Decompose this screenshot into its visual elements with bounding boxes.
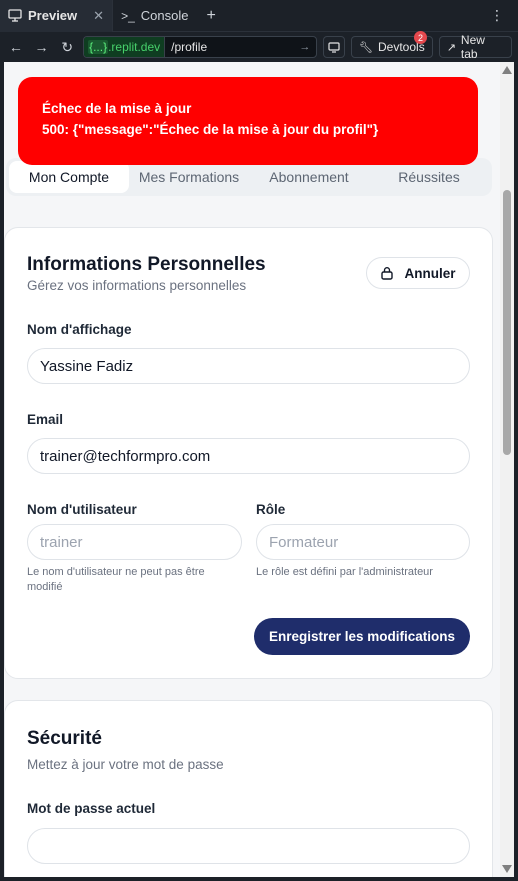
close-icon[interactable]: ✕ xyxy=(93,8,104,24)
role-hint: Le rôle est défini par l'administrateur xyxy=(256,566,433,578)
email-input[interactable]: trainer@techformpro.com xyxy=(27,438,470,474)
tab-mes-formations[interactable]: Mes Formations xyxy=(129,161,249,193)
devtools-badge: 2 xyxy=(414,31,428,44)
terminal-icon: >_ xyxy=(121,8,135,23)
display-name-input[interactable]: Yassine Fadiz xyxy=(27,348,470,384)
lock-icon xyxy=(381,267,394,280)
personal-info-card: Informations Personnelles Gérez vos info… xyxy=(4,227,493,679)
page-viewport: Mon Compte Mes Formations Abonnement Réu… xyxy=(4,62,514,877)
new-tab-plus-icon[interactable]: + xyxy=(206,7,215,25)
devtools-button[interactable]: 🔧︎ Devtools 2 xyxy=(351,31,433,58)
email-label: Email xyxy=(27,412,64,427)
scrollbar-thumb[interactable] xyxy=(503,190,511,455)
personal-info-subtitle: Gérez vos informations personnelles xyxy=(27,278,247,293)
display-name-label: Nom d'affichage xyxy=(27,322,132,337)
url-field[interactable]: {...} .replit.dev /profile → xyxy=(83,36,318,58)
go-arrow-icon[interactable]: → xyxy=(299,41,316,53)
security-card: Sécurité Mettez à jour votre mot de pass… xyxy=(4,700,493,877)
url-domain-text: .replit.dev xyxy=(108,40,161,54)
tab-preview[interactable]: Preview ✕ xyxy=(0,0,114,32)
scroll-up-arrow-icon[interactable] xyxy=(502,66,512,74)
browser-window: Preview ✕ >_ Console + ⋮ ← → ↻ {...} .rep… xyxy=(0,0,518,881)
role-input[interactable]: Formateur xyxy=(256,524,470,560)
new-tab-label: New tab xyxy=(460,33,485,61)
url-domain-badge: {...} xyxy=(88,40,109,54)
url-domain: {...} .replit.dev xyxy=(84,37,166,57)
tab-mon-compte[interactable]: Mon Compte xyxy=(9,161,129,193)
personal-info-title: Informations Personnelles xyxy=(27,254,266,275)
external-link-icon: ↗ xyxy=(446,41,456,54)
screen-icon xyxy=(328,41,340,53)
tab-preview-label: Preview xyxy=(28,8,78,23)
cancel-button[interactable]: Annuler xyxy=(366,257,470,289)
username-label: Nom d'utilisateur xyxy=(27,502,137,517)
monitor-icon xyxy=(8,9,22,22)
role-label: Rôle xyxy=(256,502,286,517)
screen-icon-button[interactable] xyxy=(323,36,346,58)
address-bar: ← → ↻ {...} .replit.dev /profile → 🔧︎ Dev… xyxy=(0,31,518,62)
new-tab-button[interactable]: ↗ New tab xyxy=(438,33,513,61)
wrench-icon: 🔧︎ xyxy=(359,41,373,54)
current-password-label: Mot de passe actuel xyxy=(27,801,156,816)
url-path: /profile xyxy=(171,40,208,54)
page-content: Mon Compte Mes Formations Abonnement Réu… xyxy=(4,62,500,877)
tab-reussites[interactable]: Réussites xyxy=(369,161,489,193)
save-changes-button[interactable]: Enregistrer les modifications xyxy=(254,618,470,655)
reload-icon[interactable]: ↻ xyxy=(57,39,77,56)
back-arrow-icon[interactable]: ← xyxy=(6,39,26,55)
toast-message: 500: {"message":"Échec de la mise à jour… xyxy=(42,122,379,137)
security-title: Sécurité xyxy=(27,728,102,749)
error-toast[interactable]: Échec de la mise à jour 500: {"message":… xyxy=(18,77,478,165)
forward-arrow-icon[interactable]: → xyxy=(32,39,52,55)
toast-title: Échec de la mise à jour xyxy=(42,101,192,116)
security-subtitle: Mettez à jour votre mot de passe xyxy=(27,757,224,772)
more-vertical-icon[interactable]: ⋮ xyxy=(490,8,504,22)
tab-abonnement[interactable]: Abonnement xyxy=(249,161,369,193)
page-scrollbar[interactable] xyxy=(500,62,514,877)
tab-console-label: Console xyxy=(140,8,189,23)
username-input[interactable]: trainer xyxy=(27,524,242,560)
scroll-down-arrow-icon[interactable] xyxy=(502,865,512,873)
current-password-input[interactable] xyxy=(27,828,470,864)
username-hint: Le nom d'utilisateur ne peut pas être mo… xyxy=(27,566,205,593)
browser-tab-bar: Preview ✕ >_ Console + ⋮ xyxy=(0,0,518,32)
tab-console[interactable]: >_ Console xyxy=(113,0,196,32)
cancel-label: Annuler xyxy=(404,265,456,281)
